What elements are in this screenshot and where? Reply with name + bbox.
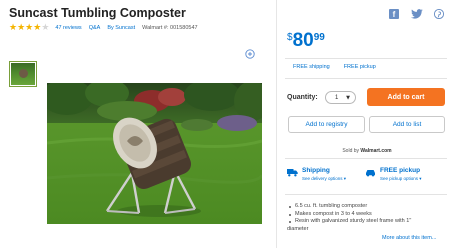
pinterest-icon[interactable] bbox=[434, 9, 444, 19]
star-empty-icon: ★ bbox=[41, 22, 50, 33]
star-rating[interactable]: ★ ★ ★ ★ ★ bbox=[9, 22, 50, 33]
divider bbox=[285, 158, 447, 159]
truck-icon bbox=[287, 169, 298, 177]
add-to-list-button[interactable]: Add to list bbox=[369, 116, 445, 133]
free-shipping-link[interactable]: FREE shipping bbox=[293, 64, 330, 70]
star-icon: ★ bbox=[25, 22, 34, 33]
divider bbox=[285, 58, 447, 59]
feature-item: 6.5 cu. ft. tumbling composter bbox=[287, 203, 447, 211]
product-image bbox=[47, 83, 262, 224]
quantity-label: Quantity: bbox=[287, 94, 318, 101]
sold-by: Sold by Walmart.com bbox=[287, 148, 447, 154]
feature-item: diameter bbox=[287, 225, 309, 232]
product-meta-row: ★ ★ ★ ★ ★ 47 reviews Q&A By Suncast Walm… bbox=[9, 23, 205, 33]
pickup-option: FREE pickup See pickup options ▾ bbox=[365, 167, 422, 182]
chevron-down-icon: ▼ bbox=[346, 94, 350, 101]
star-icon: ★ bbox=[9, 22, 18, 33]
price-currency: $ bbox=[287, 32, 293, 43]
product-title: Suncast Tumbling Composter bbox=[9, 6, 186, 20]
product-thumbnail[interactable] bbox=[9, 61, 37, 87]
column-divider bbox=[276, 0, 277, 248]
star-icon: ★ bbox=[33, 22, 42, 33]
divider bbox=[285, 194, 447, 195]
sold-by-prefix: Sold by bbox=[342, 148, 360, 154]
qa-link[interactable]: Q&A bbox=[89, 25, 101, 31]
shipping-links: FREE shipping FREE pickup bbox=[293, 64, 390, 70]
zoom-in-icon[interactable] bbox=[245, 46, 255, 59]
facebook-icon[interactable]: f bbox=[389, 9, 399, 19]
shipping-title: Shipping bbox=[302, 167, 330, 174]
seller-name: Walmart.com bbox=[360, 148, 392, 154]
feature-list: 6.5 cu. ft. tumbling composter Makes com… bbox=[287, 203, 447, 233]
reviews-link[interactable]: 47 reviews bbox=[55, 25, 81, 31]
star-icon: ★ bbox=[17, 22, 26, 33]
price-cents: 99 bbox=[313, 32, 325, 43]
shipping-option: Shipping See delivery options ▾ bbox=[287, 167, 346, 182]
add-to-cart-button[interactable]: Add to cart bbox=[367, 88, 445, 106]
brand-link[interactable]: By Suncast bbox=[107, 25, 135, 31]
free-pickup-link[interactable]: FREE pickup bbox=[344, 64, 376, 70]
quantity-select[interactable]: 1 ▼ bbox=[325, 91, 356, 104]
divider bbox=[285, 78, 447, 79]
item-number: Walmart #: 001580547 bbox=[142, 25, 198, 31]
quantity-value: 1 bbox=[335, 94, 339, 101]
delivery-options-link[interactable]: See delivery options ▾ bbox=[302, 176, 346, 182]
pickup-options-link[interactable]: See pickup options ▾ bbox=[380, 176, 422, 182]
twitter-icon[interactable] bbox=[411, 9, 423, 19]
price-dollars: 80 bbox=[292, 30, 314, 51]
feature-item: Makes compost in 3 to 4 weeks bbox=[287, 211, 447, 219]
pickup-title: FREE pickup bbox=[380, 167, 421, 174]
more-about-item-link[interactable]: More about this item... bbox=[382, 235, 436, 241]
price: $8099 bbox=[287, 30, 325, 52]
feature-item: Resin with galvanized sturdy steel frame… bbox=[287, 218, 447, 226]
add-to-registry-button[interactable]: Add to registry bbox=[288, 116, 365, 133]
car-icon bbox=[366, 170, 375, 177]
